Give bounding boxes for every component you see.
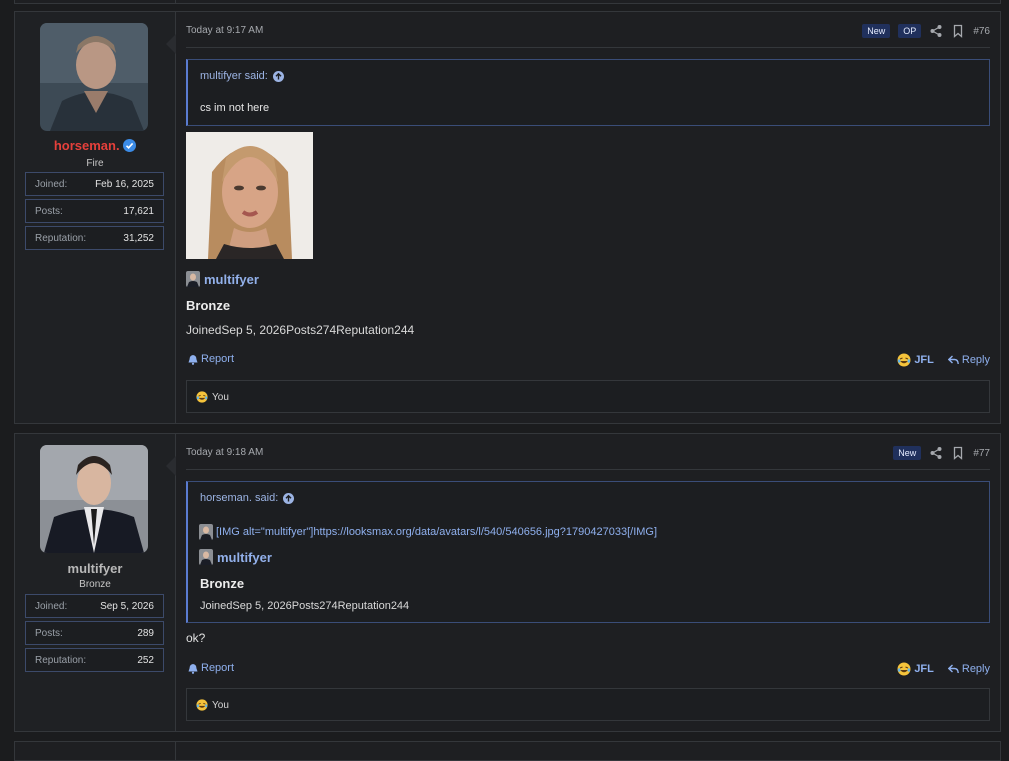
new-badge: New [862,24,891,38]
arrow-up-icon[interactable] [283,492,295,504]
quote-author[interactable]: horseman. said: [200,492,295,504]
signature-stats: JoinedSep 5, 2026Posts274Reputation244 [200,600,410,612]
reply-icon [947,355,959,365]
post-76: horseman. Fire Joined: Feb 16, 2025 Posts… [14,11,1001,424]
attached-image[interactable] [186,132,313,259]
quote-block: horseman. said: [IMG alt="multifyer"]htt… [186,481,990,623]
quote-block: multifyer said: cs im not here [186,59,990,126]
stat-reputation: Reputation: 31,252 [25,226,164,250]
bell-icon [188,354,198,365]
share-icon[interactable] [929,446,943,460]
avatar[interactable] [40,445,148,553]
share-icon[interactable] [929,24,943,38]
reply-button[interactable]: Reply [947,663,990,675]
signature-rank: Bronze [186,298,231,313]
laughing-emoji-icon [897,353,911,367]
report-button[interactable]: Report [188,353,234,365]
signature-name[interactable]: multifyer [186,271,259,287]
user-panel: horseman. Fire Joined: Feb 16, 2025 Posts… [15,12,176,423]
bookmark-icon[interactable] [951,446,965,460]
post-body: ok? [186,631,206,645]
username[interactable]: horseman. [15,138,175,153]
reply-icon [947,664,959,674]
arrow-up-icon[interactable] [272,70,284,82]
img-bbcode[interactable]: [IMG alt="multifyer"]https://looksmax.or… [199,524,657,540]
jfl-reaction-button[interactable]: JFL [897,662,934,676]
reaction-summary[interactable]: You [186,380,990,413]
laughing-emoji-icon [897,662,911,676]
post-number[interactable]: #76 [973,26,990,37]
stat-joined: Joined: Sep 5, 2026 [25,594,164,618]
laughing-emoji-icon [196,699,208,711]
avatar-icon [186,271,200,287]
user-panel: multifyer Bronze Joined: Sep 5, 2026 Post… [15,434,176,731]
reply-button[interactable]: Reply [947,354,990,366]
avatar[interactable] [40,23,148,131]
signature-stats: JoinedSep 5, 2026Posts274Reputation244 [186,323,415,337]
post-time[interactable]: Today at 9:17 AM [186,25,263,36]
stat-reputation: Reputation: 252 [25,648,164,672]
signature-name[interactable]: multifyer [199,549,272,565]
op-badge: OP [898,24,922,38]
laughing-emoji-icon [196,391,208,403]
quote-author[interactable]: multifyer said: [200,70,284,82]
previous-post-edge [14,0,1001,4]
bookmark-icon[interactable] [951,24,965,38]
verified-icon [123,139,137,152]
post-time[interactable]: Today at 9:18 AM [186,447,263,458]
post-number[interactable]: #77 [973,448,990,459]
stat-posts: Posts: 17,621 [25,199,164,223]
quote-text: cs im not here [200,102,270,114]
avatar-icon [199,524,213,540]
report-button[interactable]: Report [188,662,234,674]
reaction-summary[interactable]: You [186,688,990,721]
new-badge: New [893,446,922,460]
signature-rank: Bronze [200,576,245,591]
user-title: Fire [86,158,104,169]
username[interactable]: multifyer [15,561,175,576]
stat-joined: Joined: Feb 16, 2025 [25,172,164,196]
user-title: Bronze [79,579,111,590]
stat-posts: Posts: 289 [25,621,164,645]
bell-icon [188,663,198,674]
post-77: multifyer Bronze Joined: Sep 5, 2026 Post… [14,433,1001,732]
jfl-reaction-button[interactable]: JFL [897,353,934,367]
avatar-icon [199,549,213,565]
next-post-edge [14,741,1001,761]
